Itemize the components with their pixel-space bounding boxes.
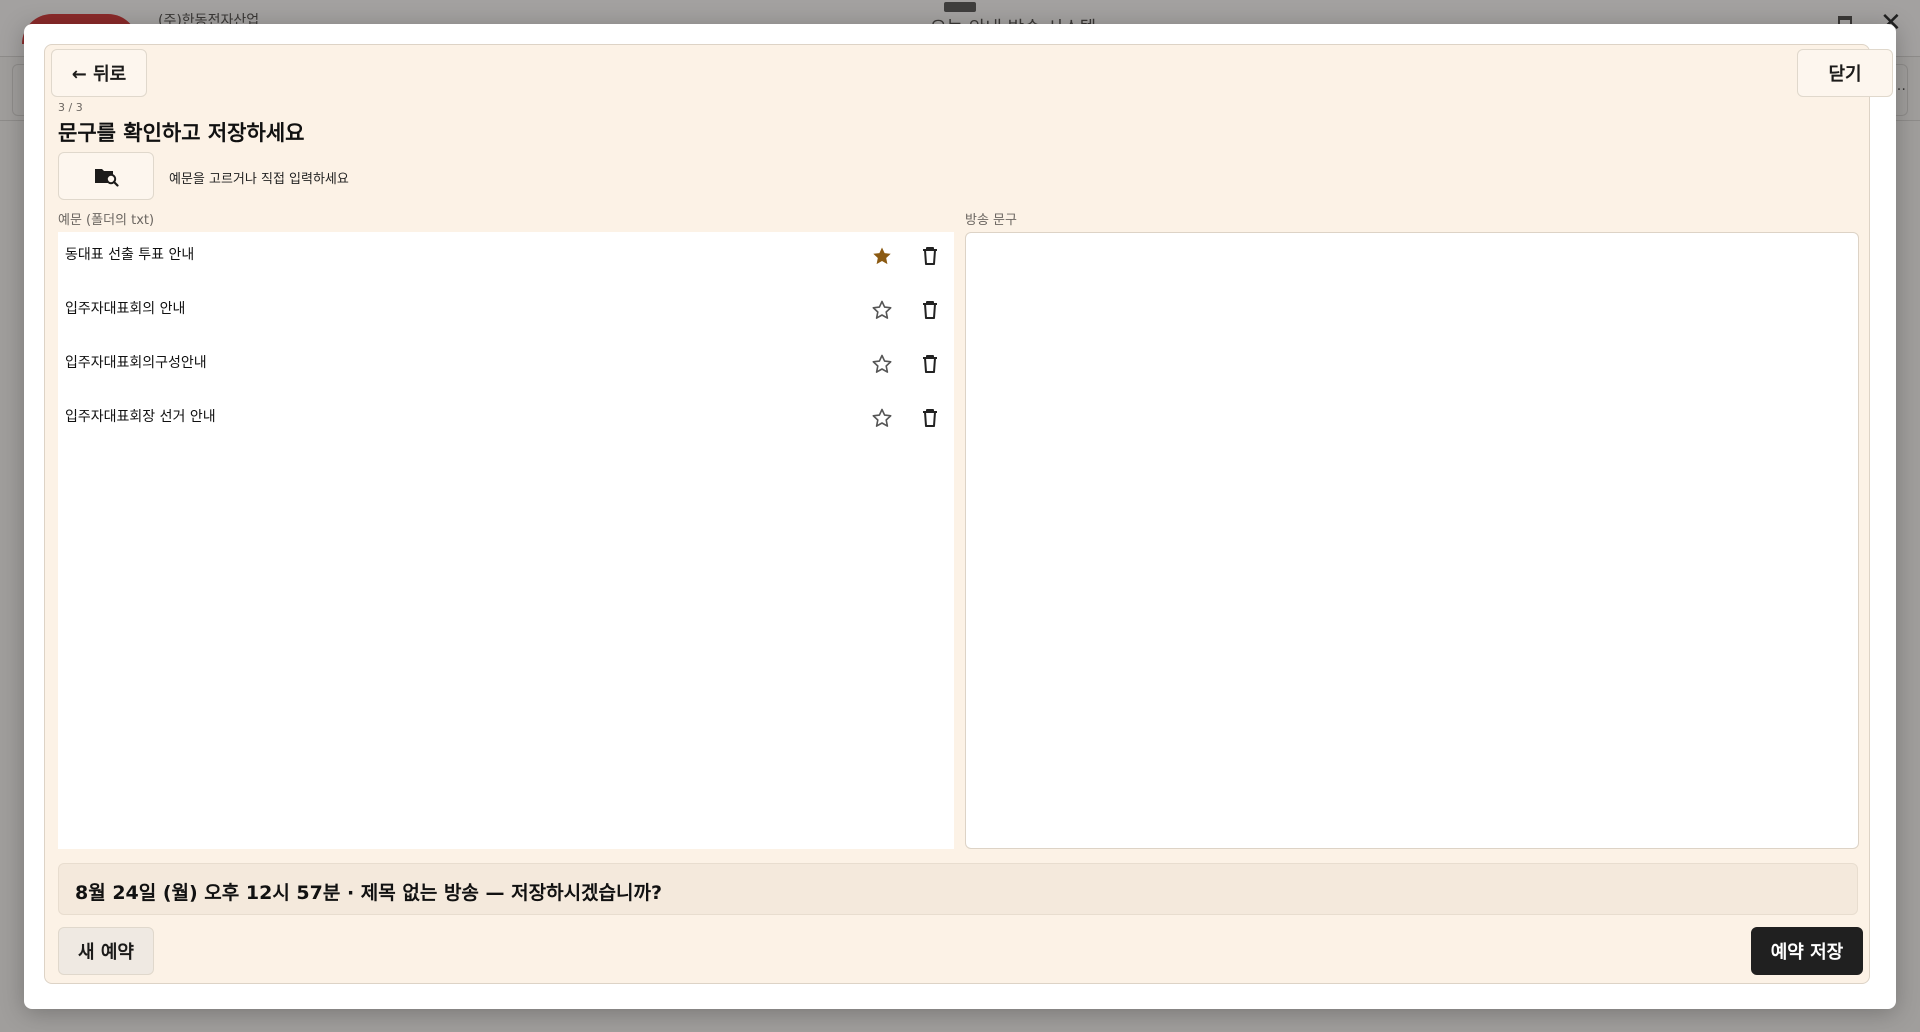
modal-panel: ← 뒤로 닫기 3 / 3 문구를 확인하고 저장하세요 예문을 고르거나 직접… <box>44 44 1893 984</box>
list-item[interactable]: 입주자대표회의 안내 <box>58 286 954 340</box>
close-button[interactable]: 닫기 <box>1797 49 1893 97</box>
step-indicator: 3 / 3 <box>58 101 83 114</box>
open-folder-button[interactable] <box>58 152 154 200</box>
list-item[interactable]: 입주자대표회장 선거 안내 <box>58 394 954 448</box>
examples-list: 동대표 선출 투표 안내 입주자대표회의 안내 입주자대표회의구성안내 입주자대… <box>58 232 954 849</box>
trash-icon[interactable] <box>918 244 942 268</box>
examples-label: 예문 (폴더의 txt) <box>58 213 155 228</box>
example-label: 입주자대표회의 안내 <box>65 301 186 317</box>
new-reservation-button[interactable]: 새 예약 <box>58 927 154 975</box>
star-filled-icon[interactable] <box>870 244 894 268</box>
trash-icon[interactable] <box>918 352 942 376</box>
page-title: 문구를 확인하고 저장하세요 <box>58 121 305 145</box>
broadcast-text-input[interactable] <box>965 232 1859 849</box>
folder-hint: 예문을 고르거나 직접 입력하세요 <box>169 172 349 187</box>
back-button[interactable]: ← 뒤로 <box>51 49 147 97</box>
save-reservation-button[interactable]: 예약 저장 <box>1751 927 1863 975</box>
example-label: 입주자대표회의구성안내 <box>65 355 207 371</box>
trash-icon[interactable] <box>918 406 942 430</box>
drag-handle-icon <box>944 2 976 12</box>
confirm-banner: 8월 24일 (월) 오후 12시 57분 · 제목 없는 방송 — 저장하시겠… <box>58 863 1858 915</box>
folder-search-icon <box>95 169 119 187</box>
example-label: 동대표 선출 투표 안내 <box>65 247 195 263</box>
trash-icon[interactable] <box>918 298 942 322</box>
star-icon[interactable] <box>870 298 894 322</box>
confirm-text: 8월 24일 (월) 오후 12시 57분 · 제목 없는 방송 — 저장하시겠… <box>75 882 662 904</box>
broadcast-text-label: 방송 문구 <box>965 213 1017 228</box>
list-item[interactable]: 입주자대표회의구성안내 <box>58 340 954 394</box>
broadcast-modal: ← 뒤로 닫기 3 / 3 문구를 확인하고 저장하세요 예문을 고르거나 직접… <box>24 24 1896 1009</box>
star-icon[interactable] <box>870 352 894 376</box>
list-item[interactable]: 동대표 선출 투표 안내 <box>58 232 954 286</box>
example-label: 입주자대표회장 선거 안내 <box>65 409 216 425</box>
star-icon[interactable] <box>870 406 894 430</box>
